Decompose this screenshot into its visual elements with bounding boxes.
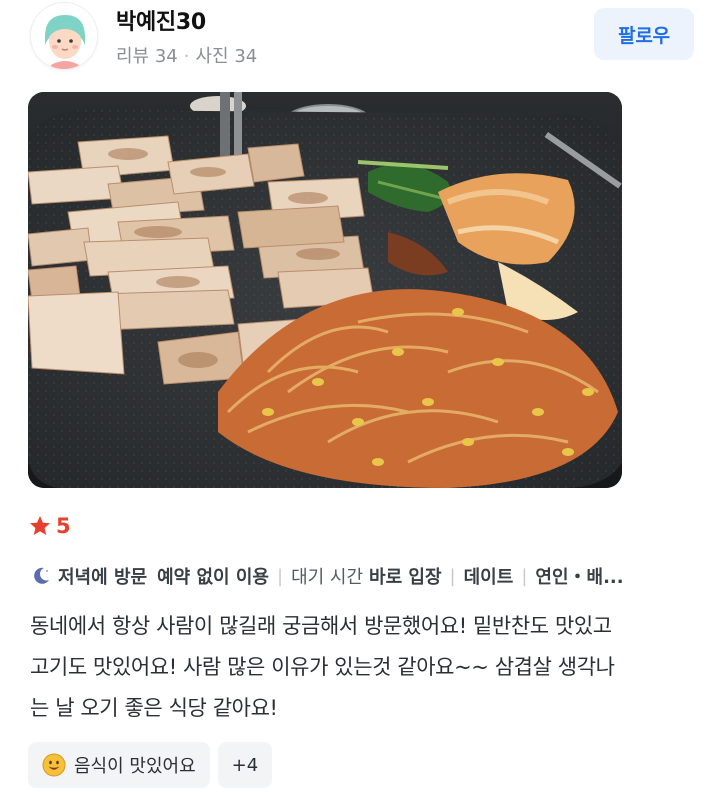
review-body[interactable]: 동네에서 항상 사람이 많길래 궁금해서 방문했어요! 밑반찬도 맛있고 고기도… <box>30 606 698 729</box>
divider: | <box>449 565 456 587</box>
divider: | <box>276 565 284 587</box>
visit-time: 저녁에 방문 <box>58 567 148 588</box>
rating-value: 5 <box>56 514 71 538</box>
moon-icon <box>34 567 49 584</box>
smile-emoji-icon <box>42 753 66 777</box>
divider: | <box>521 565 528 587</box>
keyword-tags: 음식이 맛있어요 +4 <box>28 742 273 788</box>
review-line: 는 날 오기 좋은 식당 같아요! <box>30 696 278 720</box>
visit-purpose: 데이트 <box>463 567 514 588</box>
user-stats: 리뷰 34 · 사진 34 <box>116 42 257 68</box>
review-header: 박예진30 리뷰 34 · 사진 34 팔로우 <box>28 0 696 80</box>
wait-value: 바로 입장 <box>369 567 442 588</box>
star-icon <box>30 516 50 535</box>
wait-prefix: 대기 시간 <box>291 567 364 588</box>
visit-info[interactable]: 저녁에 방문 예약 없이 이용 | 대기 시간 바로 입장 | 데이트 | 연인… <box>30 562 690 590</box>
review-line: 고기도 맛있어요! 사람 많은 이유가 있는것 같아요~~ 삼겹살 생각나 <box>30 655 615 679</box>
more-tags-button[interactable]: +4 <box>217 742 273 788</box>
avatar-illustration <box>31 3 97 69</box>
rating: 5 <box>28 512 71 540</box>
visit-companion: 연인・배... <box>535 567 624 588</box>
tag-label: 음식이 맛있어요 <box>74 756 196 777</box>
reservation-info: 예약 없이 이용 <box>157 567 269 588</box>
user-name[interactable]: 박예진30 <box>116 4 206 36</box>
follow-button[interactable]: 팔로우 <box>594 8 694 60</box>
food-photo-image <box>28 92 622 488</box>
user-avatar[interactable] <box>30 2 98 70</box>
photo-count: 사진 34 <box>195 46 258 67</box>
review-count: 리뷰 34 <box>116 46 178 67</box>
review-photo[interactable] <box>28 92 622 488</box>
stats-separator: · <box>183 46 190 67</box>
tag-tasty-food[interactable]: 음식이 맛있어요 <box>28 742 210 788</box>
review-line: 동네에서 항상 사람이 많길래 궁금해서 방문했어요! 밑반찬도 맛있고 <box>30 614 612 638</box>
